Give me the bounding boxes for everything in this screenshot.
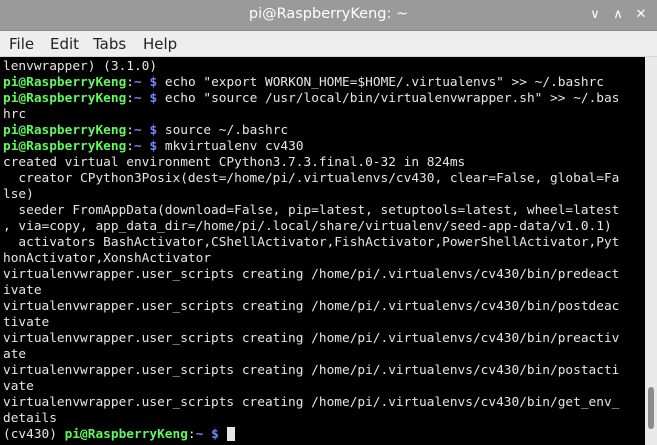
vertical-scrollbar[interactable] [645, 57, 657, 445]
prompt-dollar: $ [149, 123, 158, 138]
maximize-icon[interactable]: ∧ [607, 4, 629, 26]
output-line: seeder FromAppData(download=False, pip=l… [3, 203, 620, 218]
prompt-colon: : [126, 91, 134, 106]
command-line: pi@RaspberryKeng:~ $ echo "source /usr/l… [3, 91, 619, 107]
prompt-dollar: $ [149, 139, 158, 154]
output-line: lse) [3, 187, 34, 202]
output-line: creator CPython3Posix(dest=/home/pi/.vir… [3, 171, 620, 186]
output-line: activators BashActivator,CShellActivator… [3, 235, 620, 250]
prompt-colon: : [187, 427, 196, 442]
output-line: virtualenvwrapper.user_scripts creating … [3, 363, 620, 378]
scrollbar-thumb[interactable] [648, 387, 654, 429]
venv-prefix: (cv430) [3, 427, 65, 442]
prompt-dollar: $ [149, 91, 158, 106]
output-line: vate [3, 379, 34, 394]
prompt-path: ~ [134, 139, 142, 154]
output-line: created virtual environment CPython3.7.3… [3, 155, 466, 170]
output-line: honActivator,XonshActivator [3, 251, 212, 266]
command-line: pi@RaspberryKeng:~ $ mkvirtualenv cv430 [3, 139, 304, 155]
prompt-user-host: pi@RaspberryKeng [3, 75, 127, 90]
output-line: virtualenvwrapper.user_scripts creating … [3, 299, 620, 314]
output-line: ate [3, 347, 27, 362]
text-cursor [226, 427, 235, 441]
command-line: pi@RaspberryKeng:~ $ echo "export WORKON… [3, 75, 604, 91]
output-line: virtualenvwrapper.user_scripts creating … [3, 331, 620, 346]
menu-edit[interactable]: Edit [50, 35, 79, 53]
prompt-user-host: pi@RaspberryKeng [64, 427, 188, 442]
menu-help[interactable]: Help [143, 35, 177, 53]
output-line: ivate [3, 283, 42, 298]
prompt-colon: : [126, 123, 134, 138]
prompt-path: ~ [134, 91, 142, 106]
output-line: virtualenvwrapper.user_scripts creating … [3, 395, 620, 410]
prompt-user-host: pi@RaspberryKeng [3, 123, 127, 138]
minimize-icon[interactable]: ∨ [584, 4, 606, 26]
close-icon[interactable]: ✕ [630, 4, 652, 26]
prompt-dollar: $ [211, 427, 219, 442]
prompt-path: ~ [195, 427, 204, 442]
prompt-path: ~ [134, 75, 142, 90]
prompt-user-host: pi@RaspberryKeng [3, 91, 127, 106]
output-line: , via=copy, app_data_dir=/home/pi/.local… [3, 219, 612, 234]
output-line: virtualenvwrapper.user_scripts creating … [3, 267, 620, 282]
output-line: lenvwrapper) (3.1.0) [3, 59, 158, 74]
terminal-window: pi@RaspberryKeng: ~ ∨ ∧ ✕ File Edit Tabs… [0, 0, 657, 445]
command-text: source ~/.bashrc [157, 123, 289, 138]
menu-tabs[interactable]: Tabs [93, 35, 126, 53]
prompt-colon: : [126, 75, 134, 90]
prompt-colon: : [126, 139, 134, 154]
menu-file[interactable]: File [9, 35, 34, 53]
window-title: pi@RaspberryKeng: ~ [248, 6, 409, 22]
command-line: pi@RaspberryKeng:~ $ source ~/.bashrc [3, 123, 288, 139]
output-line: tivate [3, 315, 50, 330]
active-prompt-line[interactable]: (cv430) pi@RaspberryKeng:~ $ [3, 427, 235, 443]
output-line: details [3, 411, 57, 426]
title-bar[interactable]: pi@RaspberryKeng: ~ ∨ ∧ ✕ [0, 0, 657, 31]
prompt-dollar: $ [149, 75, 158, 90]
terminal-output[interactable]: lenvwrapper) (3.1.0) pi@RaspberryKeng:~ … [0, 57, 645, 445]
prompt-user-host: pi@RaspberryKeng [3, 139, 127, 154]
output-line: hrc [3, 107, 27, 122]
command-text: echo "export WORKON_HOME=$HOME/.virtuale… [157, 75, 605, 90]
command-text: mkvirtualenv cv430 [157, 139, 304, 154]
command-text: echo "source /usr/local/bin/virtualenvwr… [157, 91, 620, 106]
prompt-path: ~ [134, 123, 142, 138]
menu-bar: File Edit Tabs Help [0, 31, 657, 57]
